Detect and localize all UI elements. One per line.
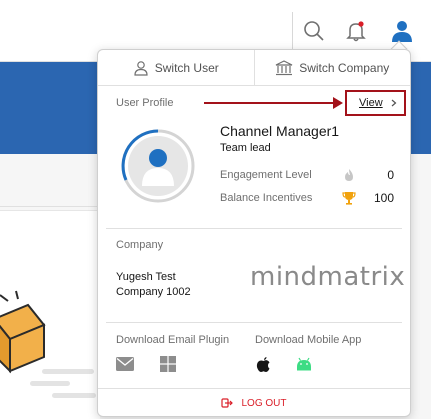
mail-icon[interactable] [116,355,134,373]
switch-user-button[interactable]: Switch User [98,50,254,85]
section-divider [106,228,402,229]
chevron-right-icon [391,99,397,107]
switch-user-label: Switch User [154,60,219,75]
header-divider [292,12,293,50]
company-logo: mindmatrix [250,262,406,292]
profile-name: Channel Manager1 [220,123,340,139]
bank-icon [275,59,293,75]
company-name: Yugesh Test Company 1002 [116,270,236,300]
profile-popover: Switch User Switch Company User Profile … [97,49,411,417]
person-icon [134,60,148,76]
balance-incentives-label: Balance Incentives [220,192,313,204]
background-card [0,210,100,419]
notification-dot [358,21,364,27]
section-divider [106,322,402,323]
box-illustration-icon [0,290,46,374]
search-icon[interactable] [301,18,327,44]
windows-icon[interactable] [159,355,177,373]
company-name-line1: Yugesh Test [116,271,176,283]
profile-role: Team lead [220,142,271,154]
engagement-level-label: Engagement Level [220,169,312,181]
engagement-level-value: 0 [387,168,394,182]
annotation-arrow-line [204,102,335,104]
apple-icon[interactable] [254,355,272,373]
switch-company-button[interactable]: Switch Company [253,50,411,85]
annotation-arrow-head [333,97,343,109]
bell-icon[interactable] [343,18,369,44]
download-email-plugin-label: Download Email Plugin [116,334,230,346]
view-link-label: View [359,97,383,109]
logout-button[interactable]: LOG OUT [98,388,410,417]
switch-company-label: Switch Company [299,60,390,75]
balance-incentives-value: 100 [373,191,394,205]
switch-row: Switch User Switch Company [98,50,410,86]
android-icon[interactable] [295,355,313,373]
user-profile-label: User Profile [116,97,174,109]
avatar [121,129,195,203]
download-mobile-app-label: Download Mobile App [255,334,362,346]
user-icon[interactable] [389,18,415,44]
logout-icon [221,398,234,408]
view-profile-link[interactable]: View [345,90,406,116]
company-name-line2: Company 1002 [116,286,191,298]
logout-label: LOG OUT [241,397,287,409]
company-label: Company [116,239,164,251]
